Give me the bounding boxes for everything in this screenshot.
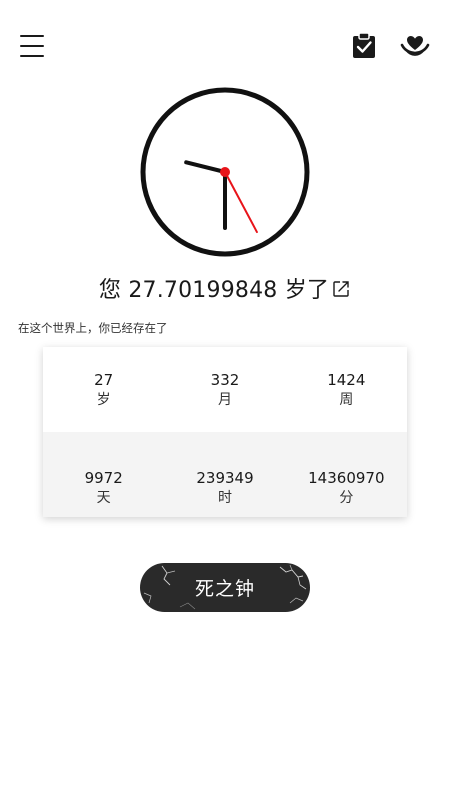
death-clock-label: 死之钟 [194,578,255,600]
heart-in-hands-icon[interactable] [400,30,430,60]
stats-row: 9972 天 239349 时 14360970 分 [43,432,407,517]
stat-unit: 周 [339,392,354,408]
stat-value: 14360970 [308,469,385,487]
stat-hours: 239349 时 [164,432,285,517]
analog-clock [140,87,310,257]
external-edit-icon[interactable] [331,279,351,305]
stat-value: 332 [210,371,240,389]
stat-value: 1424 [327,371,366,389]
stats-row: 27 岁 332 月 1424 周 [43,347,407,432]
stat-months: 332 月 [164,347,285,432]
stat-unit: 时 [217,490,232,506]
stat-value: 9972 [84,469,123,487]
stat-minutes: 14360970 分 [286,432,407,517]
menu-line [20,55,44,57]
stat-value: 239349 [196,469,254,487]
stat-value: 27 [94,371,114,389]
menu-icon[interactable] [20,33,44,59]
clock-center-dot [220,167,230,177]
clipboard-check-icon[interactable] [349,30,379,60]
age-value: 27.70199848 [128,278,278,303]
death-clock-button[interactable]: 死之钟 [140,563,310,612]
app-screen: 您 27.70199848 岁了 在这个世界上，你已经存在了 27 岁 332 … [0,0,450,800]
stats-card: 27 岁 332 月 1424 周 9972 天 239349 时 143609 [43,347,407,517]
stat-unit: 天 [96,490,111,506]
age-prefix: 您 [98,278,122,303]
age-suffix: 岁了 [284,278,330,303]
stat-unit: 分 [339,490,354,506]
stat-weeks: 1424 周 [286,347,407,432]
stat-unit: 月 [217,392,232,408]
age-display: 您 27.70199848 岁了 [0,272,450,305]
stat-unit: 岁 [96,392,111,408]
menu-line [20,35,44,37]
stat-days: 9972 天 [43,432,164,517]
menu-line [20,45,44,47]
subtitle-text: 在这个世界上，你已经存在了 [18,321,168,335]
stat-years: 27 岁 [43,347,164,432]
